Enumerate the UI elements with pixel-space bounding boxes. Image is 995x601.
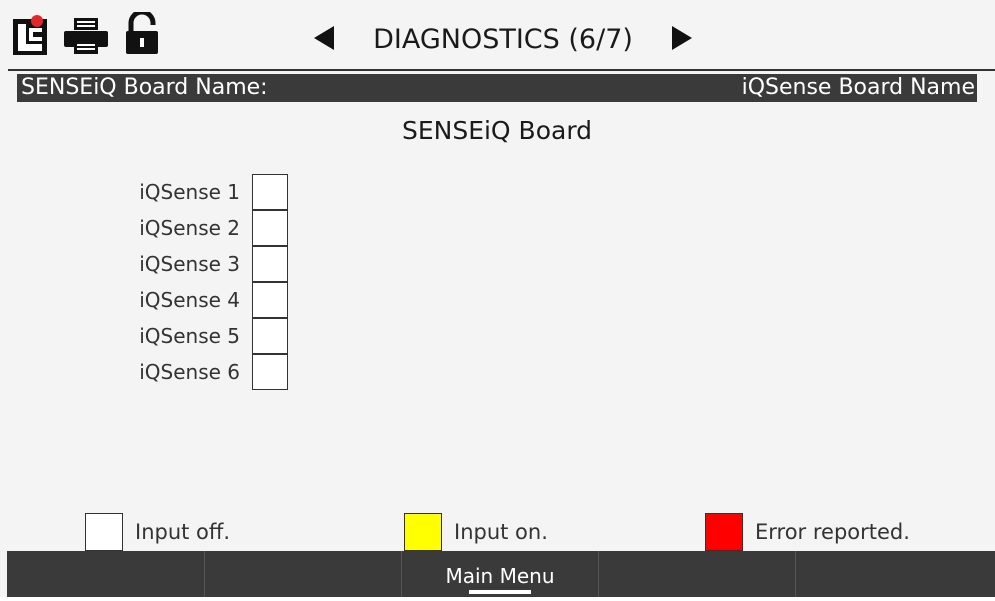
softkey-1[interactable] — [7, 551, 204, 597]
board-name-label: SENSEiQ Board Name: — [21, 75, 268, 100]
input-row: iQSense 3 — [100, 246, 300, 282]
toolbar-divider — [8, 69, 995, 71]
softkey-bar: Main Menu — [7, 551, 995, 597]
input-label: iQSense 4 — [139, 288, 240, 312]
softkey-2[interactable] — [204, 551, 401, 597]
legend-label: Error reported. — [755, 520, 910, 544]
input-row: iQSense 1 — [100, 174, 300, 210]
input-row: iQSense 4 — [100, 282, 300, 318]
legend-swatch-error — [705, 513, 743, 551]
input-status-indicator — [252, 174, 288, 210]
arrow-right-icon[interactable] — [668, 24, 694, 52]
input-label: iQSense 3 — [139, 252, 240, 276]
input-status-indicator — [252, 210, 288, 246]
section-title: SENSEiQ Board — [401, 116, 593, 145]
input-row: iQSense 2 — [100, 210, 300, 246]
arrow-left-icon[interactable] — [312, 24, 338, 52]
input-status-indicator — [252, 318, 288, 354]
legend-label: Input on. — [454, 520, 548, 544]
top-toolbar: DIAGNOSTICS (6/7) — [0, 0, 995, 71]
board-name-bar: SENSEiQ Board Name: iQSense Board Name — [17, 74, 977, 102]
legend-label: Input off. — [135, 520, 231, 544]
legend-swatch-off — [85, 513, 123, 551]
input-row: iQSense 5 — [100, 318, 300, 354]
input-row: iQSense 6 — [100, 354, 300, 390]
softkey-4[interactable] — [598, 551, 795, 597]
diagnostics-screen: DIAGNOSTICS (6/7) SENSEiQ Board Name: iQ… — [0, 0, 995, 597]
lock-open-icon[interactable] — [126, 12, 158, 54]
page-title: DIAGNOSTICS (6/7) — [373, 24, 633, 55]
input-status-indicator — [252, 282, 288, 318]
board-name-value: iQSense Board Name — [741, 75, 975, 100]
main-menu-label: Main Menu — [445, 564, 555, 588]
lc-logo-icon — [13, 15, 47, 55]
legend-swatch-on — [404, 513, 442, 551]
input-label: iQSense 1 — [139, 180, 240, 204]
input-label: iQSense 5 — [139, 324, 240, 348]
main-menu-button[interactable]: Main Menu — [401, 551, 598, 597]
input-label: iQSense 2 — [139, 216, 240, 240]
input-status-indicator — [252, 246, 288, 282]
input-label: iQSense 6 — [139, 360, 240, 384]
printer-icon[interactable] — [62, 18, 110, 54]
softkey-5[interactable] — [795, 551, 992, 597]
input-status-indicator — [252, 354, 288, 390]
softkey-active-indicator — [469, 590, 531, 594]
